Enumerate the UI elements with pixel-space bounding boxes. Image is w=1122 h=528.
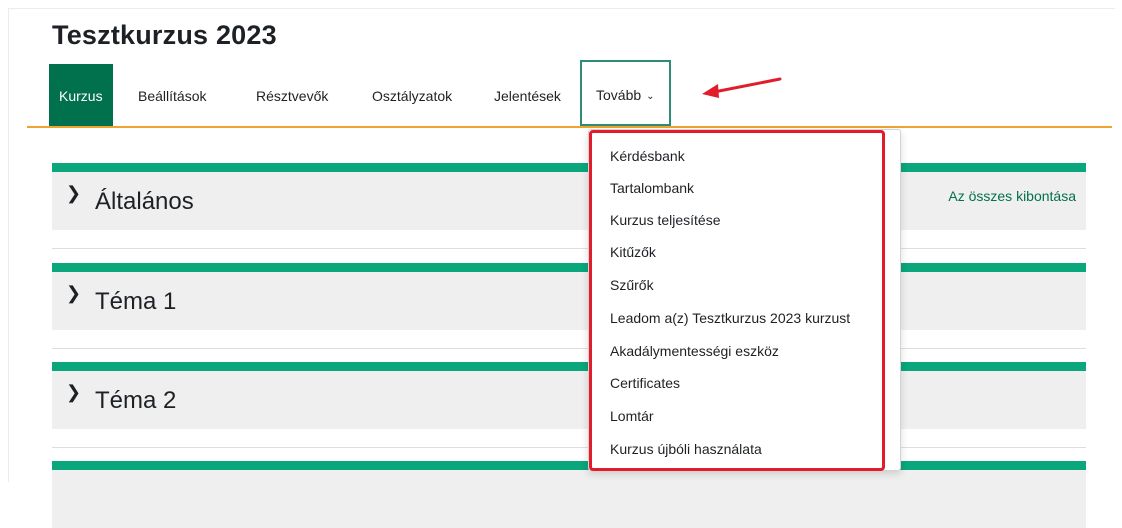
section-next xyxy=(52,461,1086,528)
section-bar xyxy=(52,263,1086,272)
chevron-down-icon: ⌄ xyxy=(646,91,655,102)
section-header[interactable]: ❯ Téma 1 xyxy=(52,272,1086,330)
menu-item-kurzus-teljesitese[interactable]: Kurzus teljesítése xyxy=(610,212,721,228)
section-bar xyxy=(52,163,1086,172)
menu-item-akadalymentessegi-eszkoz[interactable]: Akadálymentességi eszköz xyxy=(610,343,779,359)
tab-osztalyzatok[interactable]: Osztályzatok xyxy=(362,64,462,126)
tab-tovabb[interactable]: Tovább ⌄ xyxy=(580,60,671,126)
menu-item-kurzus-ujboli-hasznalata[interactable]: Kurzus újbóli használata xyxy=(610,441,762,457)
menu-item-certificates[interactable]: Certificates xyxy=(610,375,680,391)
section-header[interactable]: ❯ Általános Az összes kibontása xyxy=(52,172,1086,230)
section-header[interactable] xyxy=(52,470,1086,528)
tab-tovabb-label: Tovább xyxy=(596,87,642,103)
section-expand-icon[interactable]: ❯ xyxy=(66,283,81,304)
section-title[interactable]: Téma 1 xyxy=(95,288,176,316)
menu-item-kituzok[interactable]: Kitűzők xyxy=(610,244,656,260)
tab-resztvevok[interactable]: Résztvevők xyxy=(246,64,338,126)
menu-item-szurok[interactable]: Szűrők xyxy=(610,277,654,293)
section-header[interactable]: ❯ Téma 2 xyxy=(52,371,1086,429)
menu-item-lomtar[interactable]: Lomtár xyxy=(610,408,654,424)
secondary-navigation: Kurzus Beállítások Résztvevők Osztályzat… xyxy=(27,60,1112,130)
menu-item-leadom[interactable]: Leadom a(z) Tesztkurzus 2023 kurzust xyxy=(610,310,850,326)
nav-underline xyxy=(27,126,1112,128)
tab-beallitasok[interactable]: Beállítások xyxy=(128,64,216,126)
section-tema-2: ❯ Téma 2 xyxy=(52,362,1086,448)
course-title: Tesztkurzus 2023 xyxy=(52,20,277,50)
tovabb-dropdown-menu: Kérdésbank Tartalombank Kurzus teljesíté… xyxy=(588,129,901,471)
expand-all-link[interactable]: Az összes kibontása xyxy=(948,188,1076,204)
red-arrow-annotation xyxy=(702,77,782,98)
section-title[interactable]: Téma 2 xyxy=(95,387,176,415)
tab-jelentesek[interactable]: Jelentések xyxy=(484,64,571,126)
section-title[interactable]: Általános xyxy=(95,188,194,216)
menu-item-tartalombank[interactable]: Tartalombank xyxy=(610,180,694,196)
section-altalanos: ❯ Általános Az összes kibontása xyxy=(52,163,1086,249)
tab-kurzus[interactable]: Kurzus xyxy=(49,64,113,128)
section-expand-icon[interactable]: ❯ xyxy=(66,183,81,204)
section-bar xyxy=(52,461,1086,470)
section-bar xyxy=(52,362,1086,371)
section-tema-1: ❯ Téma 1 xyxy=(52,263,1086,349)
menu-item-kerdesbank[interactable]: Kérdésbank xyxy=(610,148,685,164)
section-expand-icon[interactable]: ❯ xyxy=(66,382,81,403)
